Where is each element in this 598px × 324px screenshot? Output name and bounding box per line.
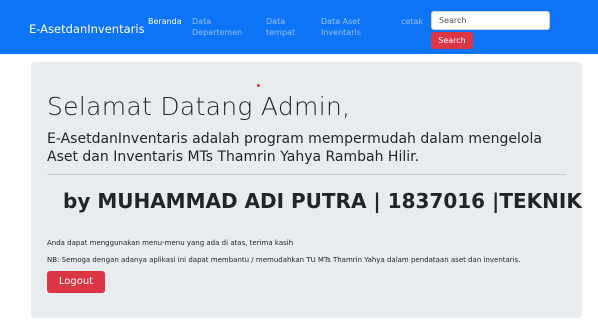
nav-link-data-aset-inventaris[interactable]: Data Aset Inventaris bbox=[321, 16, 361, 38]
nav-link-label: Inventaris bbox=[321, 28, 361, 37]
nav-link-label: cetak bbox=[401, 17, 423, 26]
brand-link[interactable]: E-AsetdanInventaris bbox=[29, 22, 145, 36]
welcome-heading: Selamat Datang Admin, bbox=[47, 92, 351, 121]
nav-link-cetak[interactable]: cetak bbox=[401, 16, 423, 27]
nb-note: NB: Semoga dengan adanya aplikasi ini da… bbox=[47, 256, 521, 264]
nav-link-label: Data Aset bbox=[321, 17, 361, 26]
divider bbox=[47, 174, 566, 175]
decorative-dot bbox=[257, 84, 260, 87]
nav-link-label: Data bbox=[192, 17, 212, 26]
nav-link-beranda[interactable]: Beranda bbox=[148, 16, 182, 27]
lead-text: E-AsetdanInventaris adalah program mempe… bbox=[47, 131, 542, 165]
nav-link-data-departemen[interactable]: Data Departemen bbox=[192, 16, 242, 38]
jumbotron: Selamat Datang Admin, E-AsetdanInventari… bbox=[31, 62, 582, 318]
nav-link-label: tempat bbox=[266, 28, 295, 37]
nav-link-data-tempat[interactable]: Data tempat bbox=[266, 16, 295, 38]
search-button[interactable]: Search bbox=[431, 32, 473, 49]
menu-note: Anda dapat menggunakan menu-menu yang ad… bbox=[47, 239, 294, 247]
search-input[interactable] bbox=[431, 11, 550, 30]
logout-button[interactable]: Logout bbox=[47, 271, 105, 293]
author-heading: by MUHAMMAD ADI PUTRA | 1837016 |TEKNIK … bbox=[63, 189, 582, 213]
nav-link-label: Beranda bbox=[148, 17, 182, 26]
navbar: E-AsetdanInventaris Beranda Data Departe… bbox=[0, 0, 598, 54]
nav-link-label: Departemen bbox=[192, 28, 243, 37]
nav-link-label: Data bbox=[266, 17, 286, 26]
